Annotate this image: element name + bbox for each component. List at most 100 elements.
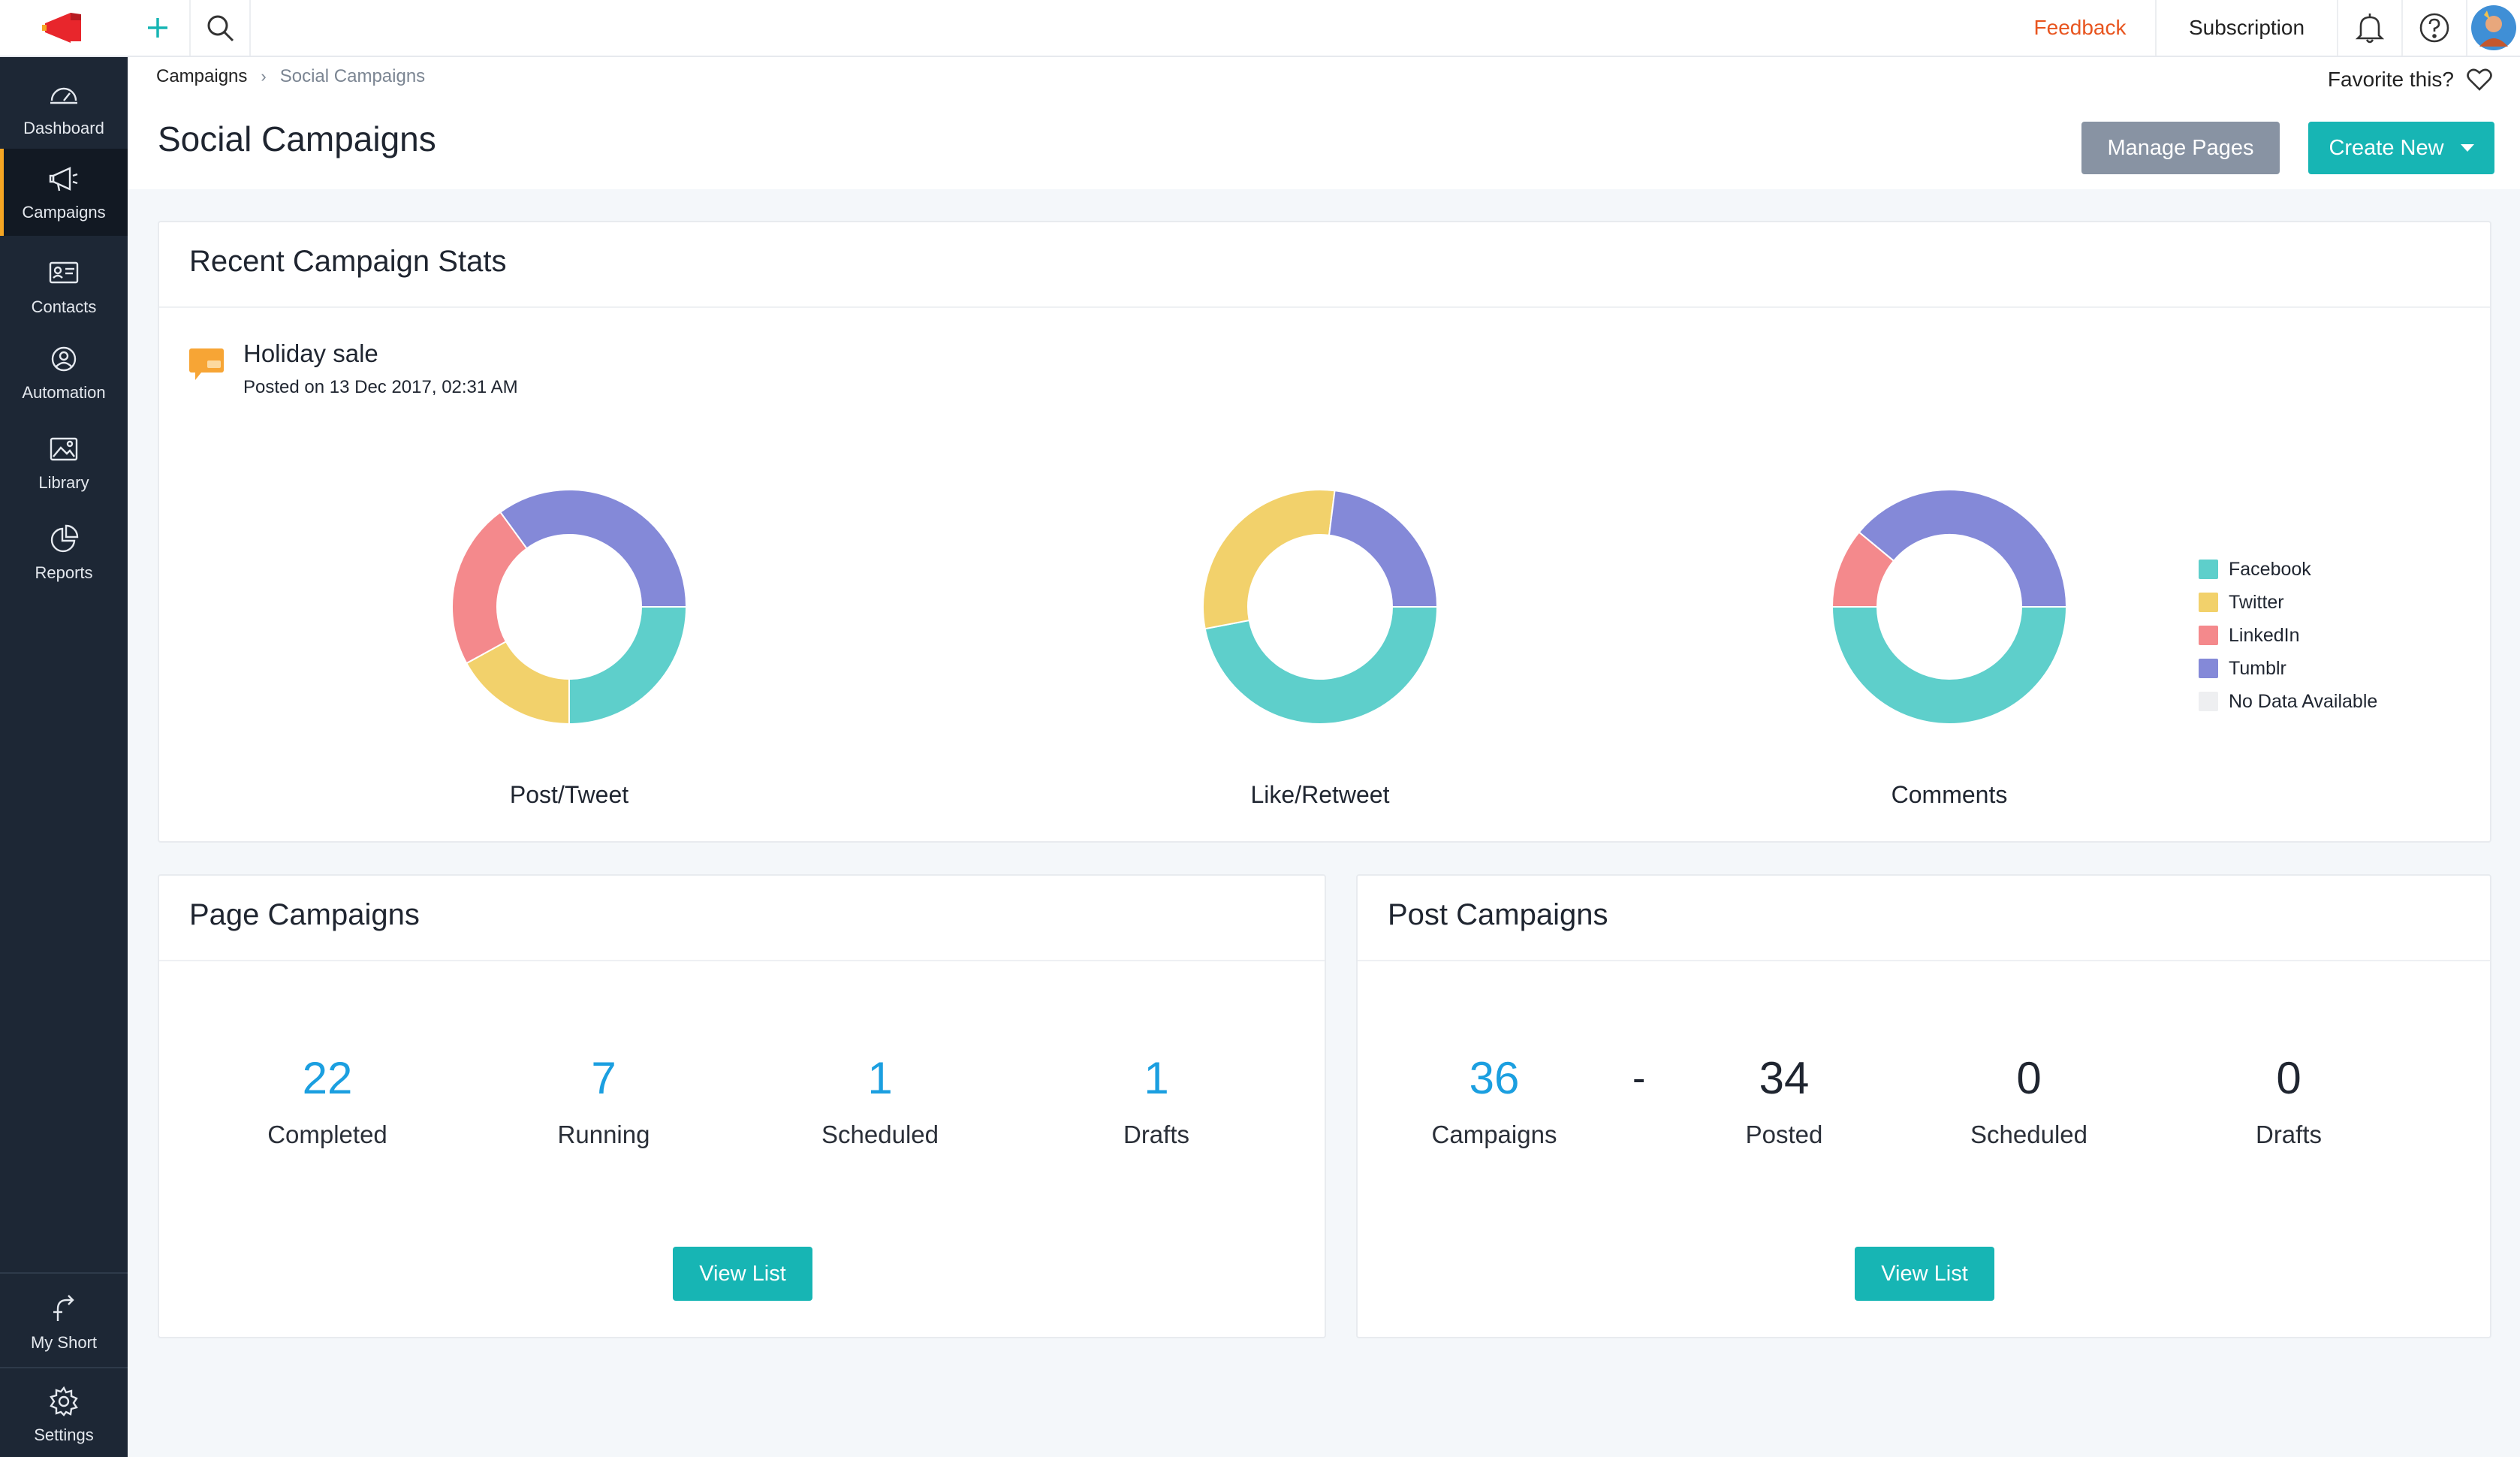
card-title: Recent Campaign Stats [189,245,507,278]
legend-item: Tumblr [2199,652,2377,685]
view-list-label: View List [1881,1261,1968,1286]
donut-slice-linkedin[interactable] [451,511,528,665]
feedback-link[interactable]: Feedback [2005,0,2155,56]
help-icon [2419,13,2449,43]
create-new-button[interactable]: Create New [2308,122,2494,174]
donut-slice-facebook[interactable] [1831,606,2068,725]
breadcrumb-parent[interactable]: Campaigns [156,66,247,87]
legend-label: LinkedIn [2229,624,2300,646]
card-divider [159,960,1325,961]
legend-swatch [2199,626,2218,645]
sidebar-divider [0,1367,128,1368]
stat-completed[interactable]: 22 Completed [215,1056,440,1149]
legend-swatch [2199,659,2218,678]
stat-value: 34 [1759,1053,1810,1103]
user-avatar[interactable] [2467,0,2520,56]
page-header: Campaigns › Social Campaigns Favorite th… [128,57,2520,189]
post-campaigns-card: Post Campaigns 36 Campaigns - 34 Posted … [1356,874,2491,1338]
donut-chart-like-retweet [1202,489,1439,725]
megaphone-logo-icon [42,13,81,43]
stat-value: 7 [591,1053,616,1103]
shortcut-icon [53,1295,74,1321]
stat-value: 0 [2016,1053,2042,1103]
search-icon [207,15,234,42]
card-title: Page Campaigns [189,898,420,931]
sidebar-item-dashboard[interactable]: Dashboard [0,65,128,152]
avatar-icon [2471,5,2516,50]
gear-icon [50,1386,78,1416]
stat-label: Drafts [1123,1121,1189,1148]
sidebar-item-contacts[interactable]: Contacts [0,243,128,330]
stat-label: Posted [1745,1121,1823,1148]
donut-label-comments: Comments [1891,781,2008,808]
favorite-label: Favorite this? [2327,68,2454,91]
donut-slice-tumblr[interactable] [1858,489,2068,608]
subscription-link[interactable]: Subscription [2157,0,2337,56]
donut-slice-tumblr[interactable] [499,489,688,608]
stat-label: Scheduled [821,1121,939,1148]
manage-pages-label: Manage Pages [2107,135,2254,160]
sidebar-item-label: Reports [35,563,93,582]
sidebar-item-label: Campaigns [22,203,106,222]
sidebar-item-library[interactable]: Library [0,419,128,506]
page-title: Social Campaigns [158,119,436,158]
stat-scheduled[interactable]: 1 Scheduled [767,1056,993,1149]
legend-swatch [2199,593,2218,612]
donut-slice-tumblr[interactable] [1328,490,1439,608]
legend-item: LinkedIn [2199,619,2377,652]
donut-chart-post-tweet [451,489,688,725]
automation-icon [51,346,77,372]
sidebar-item-automation[interactable]: Automation [0,329,128,416]
sidebar-item-campaigns[interactable]: Campaigns [0,149,128,236]
manage-pages-button[interactable]: Manage Pages [2081,122,2280,174]
app-logo[interactable] [0,0,128,57]
create-new-label: Create New [2329,135,2444,160]
campaign-posted-date: Posted on 13 Dec 2017, 02:31 AM [243,377,518,397]
legend-label: Twitter [2229,591,2284,613]
card-title: Post Campaigns [1388,898,1608,931]
breadcrumb-current: Social Campaigns [279,66,426,86]
legend-item: No Data Available [2199,685,2377,718]
legend-label: Facebook [2229,558,2311,580]
heart-icon [2467,68,2492,91]
stat-label: Completed [267,1121,387,1148]
plus-icon [148,18,167,38]
stat-label: Campaigns [1431,1121,1557,1148]
donut-slice-facebook[interactable] [1204,606,1439,725]
add-button[interactable] [128,0,188,56]
top-bar: Feedback Subscription [128,0,2520,57]
page-campaigns-view-list-button[interactable]: View List [673,1247,812,1301]
stat-label: Drafts [2255,1121,2322,1148]
sidebar-item-my-short[interactable]: My Short [0,1280,128,1365]
legend-swatch [2199,692,2218,711]
stat-value: 0 [2276,1053,2301,1103]
donut-label-post-tweet: Post/Tweet [509,781,629,808]
breadcrumb: Campaigns › Social Campaigns [156,66,425,87]
subscription-label: Subscription [2188,16,2305,39]
donut-slice-twitter[interactable] [1202,489,1336,630]
image-icon [50,437,78,461]
post-campaigns-view-list-button[interactable]: View List [1855,1247,1994,1301]
favorite-toggle[interactable]: Favorite this? [2328,68,2493,92]
campaign-name[interactable]: Holiday sale [243,339,378,368]
legend-item: Twitter [2199,586,2377,619]
card-divider [159,306,2490,308]
help-button[interactable] [2403,0,2466,56]
sidebar-item-reports[interactable]: Reports [0,509,128,596]
stat-campaigns[interactable]: 36 Campaigns [1382,1056,1607,1149]
chat-bubble-icon [189,348,224,380]
topbar-divider [249,0,251,56]
sidebar-item-settings[interactable]: Settings [0,1373,128,1457]
feedback-label: Feedback [2033,16,2127,39]
megaphone-icon [49,167,78,192]
notifications-button[interactable] [2338,0,2401,56]
pie-chart-icon [50,524,79,553]
dashboard-icon [50,87,77,104]
donut-slice-facebook[interactable] [568,606,688,725]
donut-chart-comments [1831,489,2068,725]
stat-drafts[interactable]: 1 Drafts [1044,1056,1269,1149]
search-button[interactable] [191,0,249,56]
stat-running[interactable]: 7 Running [491,1056,716,1149]
sidebar-item-label: My Short [30,1333,98,1352]
donut-label-like-retweet: Like/Retweet [1250,781,1390,808]
